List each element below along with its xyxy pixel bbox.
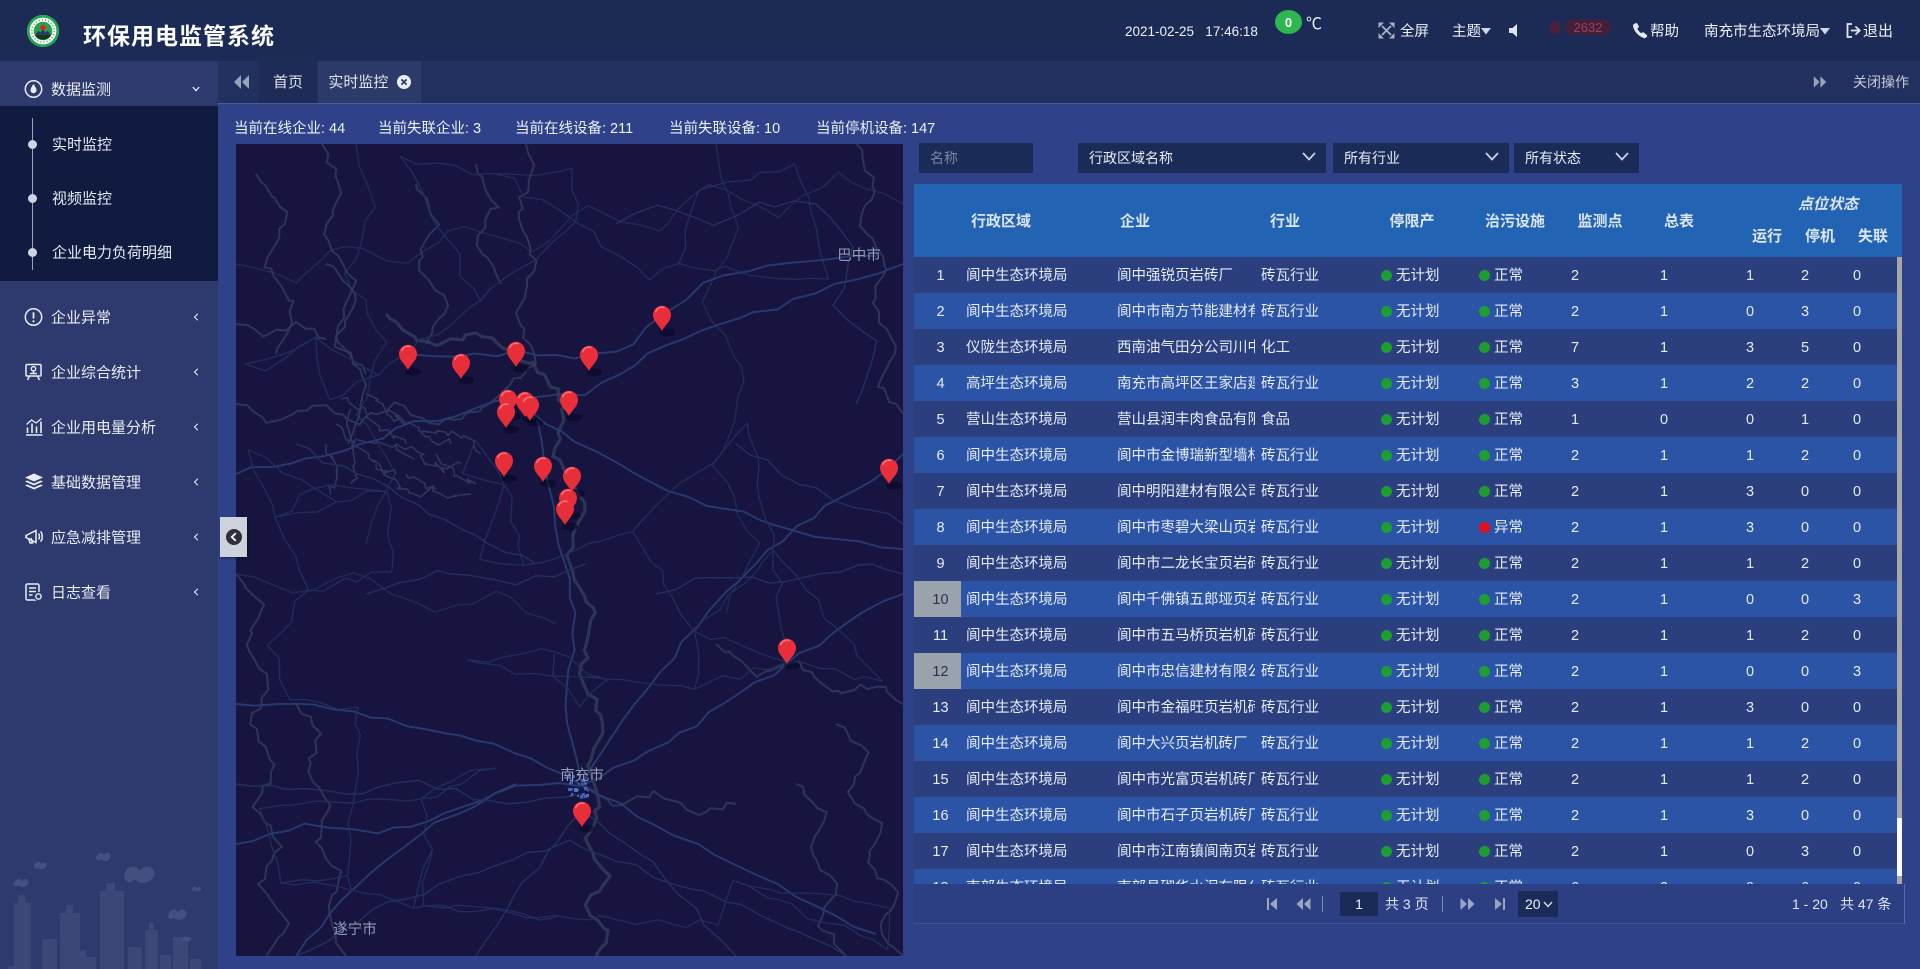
svg-text:南充市: 南充市: [560, 764, 604, 785]
svg-text:遂宁市: 遂宁市: [333, 918, 377, 939]
svg-text:巴中市: 巴中市: [837, 244, 881, 265]
